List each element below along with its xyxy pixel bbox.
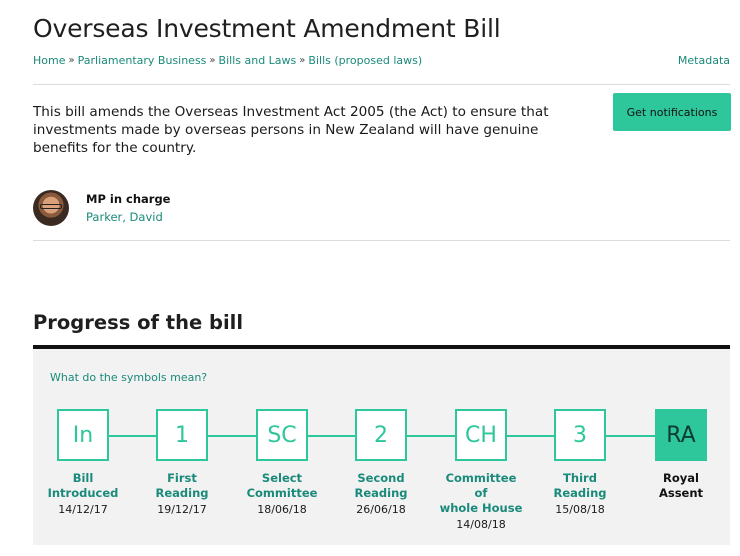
stage-first-reading[interactable]: 1 First Reading 19/12/17 [137, 409, 227, 516]
stage-label-line: Third [563, 471, 597, 485]
stage-date: 15/08/18 [555, 503, 605, 516]
stage-third-reading[interactable]: 3 Third Reading 15/08/18 [535, 409, 625, 516]
stage-label-line: Introduced [47, 486, 119, 500]
progress-panel: What do the symbols mean? In Bill Introduc… [33, 345, 730, 545]
stage-date: 26/06/18 [356, 503, 406, 516]
stage-label: First Reading [155, 471, 208, 501]
stage-label-line: Committee [246, 486, 318, 500]
stage-label-line: Assent [658, 486, 704, 500]
stage-symbol: 2 [355, 409, 407, 461]
stage-symbol: RA [655, 409, 707, 461]
mp-name-link[interactable]: Parker, David [86, 210, 170, 224]
breadcrumb: Home » Parliamentary Business » Bills an… [33, 54, 422, 67]
stage-symbol: In [57, 409, 109, 461]
breadcrumb-separator: » [68, 55, 75, 66]
avatar [33, 190, 69, 226]
stage-label: Bill Introduced [48, 471, 119, 501]
stage-label-line: First [167, 471, 197, 485]
stage-symbol: SC [256, 409, 308, 461]
stage-label-line: Committee [445, 471, 517, 485]
metadata-link[interactable]: Metadata [678, 54, 730, 67]
stage-label: Second Reading [354, 471, 407, 501]
breadcrumb-bills-and-laws[interactable]: Bills and Laws [219, 54, 297, 67]
stage-symbol: 1 [156, 409, 208, 461]
bill-summary: This bill amends the Overseas Investment… [33, 104, 549, 156]
stage-label-line: of [474, 486, 488, 500]
stage-label-line: Bill [72, 471, 94, 485]
divider [33, 84, 730, 85]
stage-label: Select Committee [247, 471, 318, 501]
breadcrumb-separator: » [299, 55, 306, 66]
get-notifications-button[interactable]: Get notifications [613, 93, 731, 131]
stage-label-line: Select [261, 471, 303, 485]
stage-select-committee[interactable]: SC Select Committee 18/06/18 [237, 409, 327, 516]
divider [33, 240, 730, 241]
stage-label-line: Reading [354, 486, 408, 500]
stage-second-reading[interactable]: 2 Second Reading 26/06/18 [336, 409, 426, 516]
stage-label-line: Reading [155, 486, 209, 500]
mp-role-label: MP in charge [86, 192, 171, 206]
stage-label-line: Reading [553, 486, 607, 500]
stage-symbol: CH [455, 409, 507, 461]
symbols-help-link[interactable]: What do the symbols mean? [50, 371, 207, 384]
breadcrumb-home[interactable]: Home [33, 54, 65, 67]
mp-in-charge: MP in charge Parker, David [33, 190, 170, 226]
stage-date: 18/06/18 [257, 503, 307, 516]
stage-label-line: Royal [663, 471, 699, 485]
stage-label-line: Second [357, 471, 405, 485]
stage-label: Committee of whole House [440, 471, 523, 516]
stage-symbol: 3 [554, 409, 606, 461]
stage-date: 14/12/17 [58, 503, 108, 516]
stage-date: 19/12/17 [157, 503, 207, 516]
breadcrumb-bills-proposed[interactable]: Bills (proposed laws) [308, 54, 422, 67]
stage-committee-whole-house[interactable]: CH Committee of whole House 14/08/18 [436, 409, 526, 531]
breadcrumb-parliamentary-business[interactable]: Parliamentary Business [78, 54, 207, 67]
stage-label: Royal Assent [659, 471, 703, 501]
stage-royal-assent[interactable]: RA Royal Assent [636, 409, 726, 501]
stage-label-line: whole House [439, 501, 523, 515]
stage-label: Third Reading [553, 471, 606, 501]
progress-title: Progress of the bill [33, 311, 244, 334]
stage-bill-introduced[interactable]: In Bill Introduced 14/12/17 [38, 409, 128, 516]
breadcrumb-separator: » [209, 55, 216, 66]
stage-date: 14/08/18 [456, 518, 506, 531]
page-title: Overseas Investment Amendment Bill [33, 14, 501, 43]
